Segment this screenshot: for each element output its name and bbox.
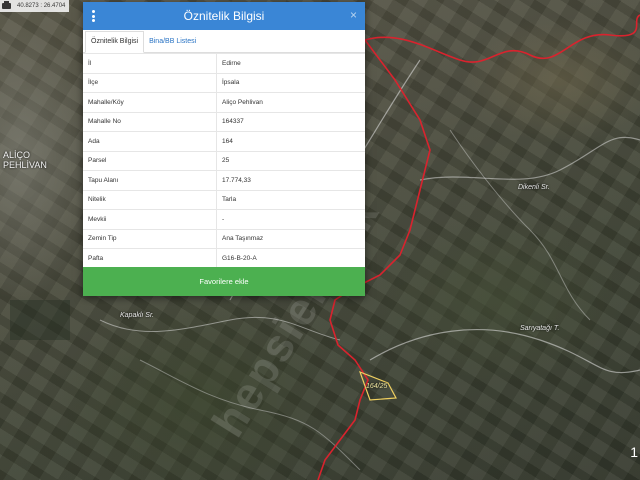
close-icon[interactable]: × <box>350 8 357 22</box>
dialog-title: Öznitelik Bilgisi <box>183 9 265 23</box>
table-row: İl Edirne <box>83 53 365 74</box>
attribute-key: İl <box>83 53 217 74</box>
dialog-header: Öznitelik Bilgisi × <box>83 2 365 30</box>
attribute-key: Mahalle/Köy <box>83 92 217 113</box>
attribute-key: Ada <box>83 131 217 152</box>
attribute-value: Tarla <box>216 190 365 210</box>
table-row: Mahalle No 164337 <box>83 112 365 132</box>
coordinate-bar: 40.8273 : 26.4704 <box>0 0 70 12</box>
attribute-key: Mahalle No <box>83 112 217 132</box>
parcel-label: 164/25 <box>366 383 388 390</box>
tab-building-list[interactable]: Bina/BB Listesi <box>144 32 201 52</box>
print-icon[interactable] <box>2 1 11 9</box>
table-row: Mahalle/Köy Aliço Pehlivan <box>83 92 365 113</box>
attribute-value: - <box>216 209 365 230</box>
table-row: Zemin Tip Ana Taşınmaz <box>83 229 365 249</box>
stream-label-dikenli: Dikenli Sr. <box>518 184 550 191</box>
attribute-value: G16-B-20-A <box>216 248 365 269</box>
coordinate-readout: 40.8273 : 26.4704 <box>17 3 66 9</box>
attribute-table: İl Edirne İlçe İpsala Mahalle/Köy Aliço Pehli… <box>83 53 365 269</box>
attribute-value: Aliço Pehlivan <box>216 92 365 113</box>
attribute-value: 17.774,33 <box>216 170 365 191</box>
attribute-value: 164 <box>216 131 365 152</box>
attribute-value: Ana Taşınmaz <box>216 229 365 249</box>
attribute-key: Mevkii <box>83 209 217 230</box>
attribute-value: Edirne <box>216 53 365 74</box>
table-row: Parsel 25 <box>83 151 365 171</box>
attribute-key: Pafta <box>83 248 217 269</box>
attribute-key: Nitelik <box>83 190 217 210</box>
table-row: Tapu Alanı 17.774,33 <box>83 170 365 191</box>
attribute-value: 25 <box>216 151 365 171</box>
attribute-key: Zemin Tip <box>83 229 217 249</box>
attribute-key: Tapu Alanı <box>83 170 217 191</box>
attribute-key: İlçe <box>83 73 217 93</box>
village-label: ALİÇO PEHLİVAN <box>3 150 47 170</box>
stream-label-sariyatagi: Sarıyatağı T. <box>520 325 560 332</box>
table-row: Ada 164 <box>83 131 365 152</box>
stream-label-kapakli: Kapaklı Sr. <box>120 312 154 319</box>
table-row: İlçe İpsala <box>83 73 365 93</box>
add-to-favorites-button[interactable]: Favorilere ekle <box>83 267 365 296</box>
tab-bar: Öznitelik Bilgisi Bina/BB Listesi <box>83 30 365 53</box>
corner-mark: 1 <box>630 444 638 460</box>
attribute-key: Parsel <box>83 151 217 171</box>
kebab-menu-icon[interactable] <box>92 10 96 22</box>
table-row: Pafta G16-B-20-A <box>83 248 365 269</box>
attribute-value: 164337 <box>216 112 365 132</box>
table-row: Nitelik Tarla <box>83 190 365 210</box>
table-row: Mevkii - <box>83 209 365 230</box>
attribute-value: İpsala <box>216 73 365 93</box>
attribute-info-dialog: Öznitelik Bilgisi × Öznitelik Bilgisi Bi… <box>83 2 365 296</box>
tab-attribute-info[interactable]: Öznitelik Bilgisi <box>85 31 145 53</box>
